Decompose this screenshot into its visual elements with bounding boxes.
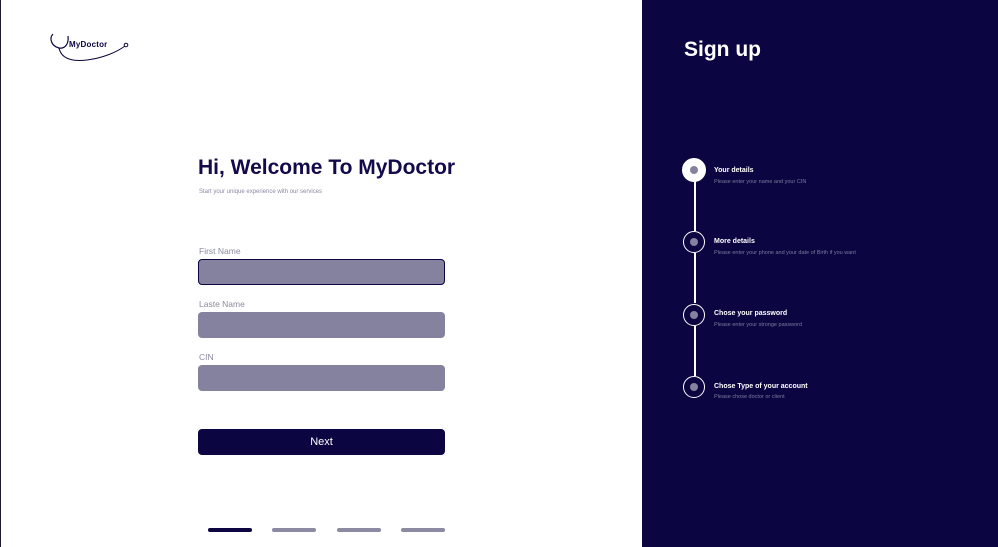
page-title: Hi, Welcome To MyDoctor <box>198 156 456 179</box>
step-indicator-3 <box>683 304 705 326</box>
last-name-input[interactable] <box>198 312 445 338</box>
mydoctor-logo[interactable]: MyDoctor <box>47 30 131 66</box>
signup-form-panel: MyDoctor Hi, Welcome To MyDoctor Start y… <box>0 0 642 547</box>
step-description: Please chose doctor or client <box>714 394 785 400</box>
brand-name: MyDoctor <box>69 40 108 49</box>
step-title: More details <box>714 238 755 245</box>
next-button[interactable]: Next <box>198 429 445 455</box>
step-connector <box>694 326 696 376</box>
step-connector <box>694 181 696 231</box>
step-title: Your details <box>714 167 754 174</box>
step-description: Please enter your stronge password <box>714 322 803 328</box>
page-subtitle: Start your unique experience with our se… <box>199 189 323 195</box>
step-dot-icon <box>690 238 698 246</box>
last-name-label: Laste Name <box>199 299 245 309</box>
page-indicator-3 <box>337 528 381 532</box>
step-indicator-1 <box>682 158 706 182</box>
first-name-input[interactable] <box>198 259 445 285</box>
page-indicator-4 <box>401 528 445 532</box>
signup-title: Sign up <box>684 38 761 61</box>
step-description: Please enter your name and your CIN <box>714 179 807 185</box>
step-indicator-2 <box>683 231 705 253</box>
step-connector <box>694 253 696 303</box>
page-indicator-1 <box>208 528 252 532</box>
step-dot-icon <box>690 383 698 391</box>
step-dot-icon <box>690 311 698 319</box>
step-dot-icon <box>690 166 698 174</box>
step-description: Please enter your phone and your date of… <box>714 250 856 256</box>
page-indicator-2 <box>272 528 316 532</box>
first-name-label: First Name <box>199 246 241 256</box>
step-title: Chose Type of your account <box>714 383 808 390</box>
cin-label: CIN <box>199 352 214 362</box>
signup-steps-panel: Sign up Your details Please enter your n… <box>642 0 998 547</box>
step-indicator-4 <box>683 376 705 398</box>
step-title: Chose your password <box>714 310 788 317</box>
cin-input[interactable] <box>198 365 445 391</box>
